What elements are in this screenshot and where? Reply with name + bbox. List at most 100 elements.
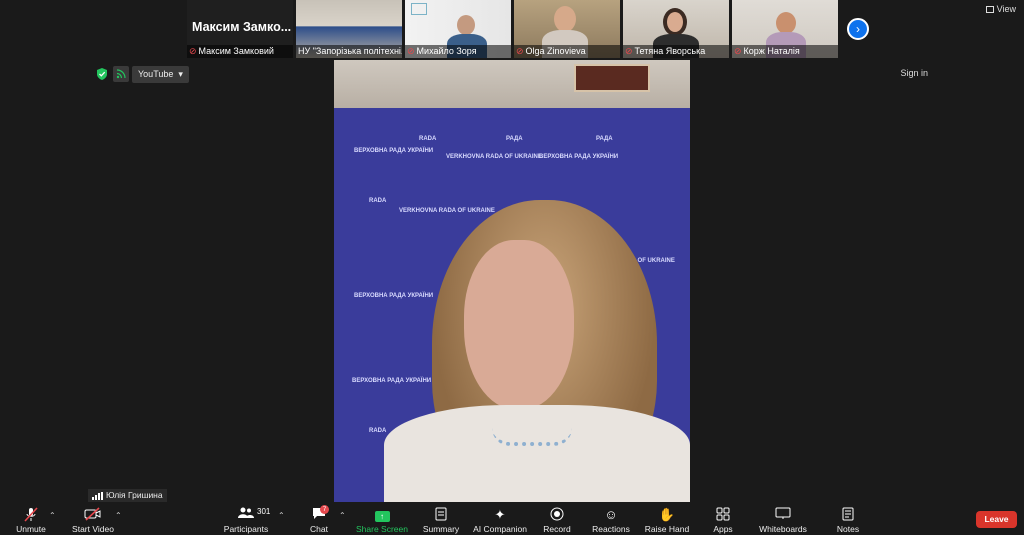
security-shield-icon[interactable] <box>96 68 108 80</box>
participant-tile[interactable]: ⊘ Olga Zinovieva <box>514 0 620 58</box>
meeting-toolbar: Unmute ⌃ Start Video ⌃ 301 Participants … <box>0 503 1024 535</box>
leave-button[interactable]: Leave <box>976 511 1017 528</box>
wall-picture <box>574 64 650 92</box>
video-off-icon <box>84 507 102 523</box>
ai-companion-label: AI Companion <box>473 524 527 534</box>
participant-face <box>554 6 576 32</box>
banner-text: VERKHOVNA RADA OF UKRAINE <box>399 208 495 214</box>
banner-logo: РАДА <box>596 136 613 142</box>
next-page-button[interactable]: › <box>847 18 869 40</box>
apps-icon <box>716 507 730 523</box>
record-icon <box>550 507 564 523</box>
start-video-button[interactable]: Start Video <box>70 503 116 535</box>
emoji-icon: ☺ <box>604 507 618 522</box>
notes-button[interactable]: Notes <box>834 503 862 535</box>
raise-hand-label: Raise Hand <box>644 524 690 534</box>
banner-text: ВЕРХОВНА РАДА УКРАЇНИ <box>354 148 434 154</box>
speaker-face <box>464 240 574 410</box>
mic-muted-icon: ⊘ <box>625 46 633 56</box>
participants-label: Participants <box>223 524 269 534</box>
grid-view-icon <box>985 5 994 13</box>
banner-logo: RADA <box>369 198 387 204</box>
speaker-name-chip: Юлія Гришина <box>88 489 167 502</box>
mic-muted-icon: ⊘ <box>407 46 415 56</box>
participants-count: 301 <box>257 507 271 516</box>
active-speaker-video: ВЕРХОВНА РАДА УКРАЇНИ RADA VERKHOVNA RAD… <box>334 60 690 502</box>
mic-muted-icon: ⊘ <box>189 46 197 56</box>
participant-name: НУ "Запорізька політехні... <box>298 46 402 56</box>
microphone-off-icon <box>24 507 38 523</box>
participant-name: Корж Наталія <box>743 46 800 56</box>
audio-options-caret-icon[interactable]: ⌃ <box>49 511 56 520</box>
banner-logo: RADA <box>419 136 437 142</box>
participant-tile[interactable]: Максим Замко... ⊘ Максим Замковий <box>187 0 293 58</box>
participant-name: Максим Замковий <box>198 46 274 56</box>
signal-strength-icon <box>92 491 103 500</box>
apps-button[interactable]: Apps <box>710 503 736 535</box>
chat-caret-icon[interactable]: ⌃ <box>339 511 346 520</box>
participant-name: Тетяна Яворська <box>634 46 706 56</box>
participant-name: Olga Zinovieva <box>525 46 586 56</box>
chat-unread-badge: 7 <box>320 505 329 514</box>
banner-text: ВЕРХОВНА РАДА УКРАЇНИ <box>539 154 619 160</box>
live-stream-button[interactable] <box>113 66 129 82</box>
summary-button[interactable]: Summary <box>420 503 462 535</box>
record-label: Record <box>543 524 571 534</box>
participants-caret-icon[interactable]: ⌃ <box>278 511 285 520</box>
chat-label: Chat <box>310 524 328 534</box>
participants-button[interactable]: 301 Participants <box>222 503 271 535</box>
participant-strip: Максим Замко... ⊘ Максим Замковий НУ "За… <box>187 0 838 60</box>
participant-tile[interactable]: ⊘ Михайло Зоря <box>405 0 511 58</box>
notes-icon <box>842 507 854 523</box>
participant-face <box>776 12 796 34</box>
record-button[interactable]: Record <box>542 503 572 535</box>
participant-big-name: Максим Замко... <box>192 20 292 34</box>
banner-logo: RADA <box>369 428 387 434</box>
share-screen-button[interactable]: ↑ Share Screen <box>356 503 408 535</box>
chevron-right-icon: › <box>856 22 860 36</box>
whiteboards-button[interactable]: Whiteboards <box>756 503 810 535</box>
video-options-caret-icon[interactable]: ⌃ <box>115 511 122 520</box>
view-button[interactable]: View <box>985 4 1016 14</box>
raise-hand-button[interactable]: ✋ Raise Hand <box>645 503 689 535</box>
whiteboards-label: Whiteboards <box>759 524 807 534</box>
unmute-label: Unmute <box>16 524 46 534</box>
whiteboard-icon <box>775 507 791 523</box>
participant-tile[interactable]: ⊘ Тетяна Яворська <box>623 0 729 58</box>
logo-icon <box>411 3 427 15</box>
view-label: View <box>996 4 1016 14</box>
participant-label: ⊘ Корж Наталія <box>732 45 838 58</box>
start-video-label: Start Video <box>72 524 114 534</box>
participant-face <box>667 12 683 32</box>
summary-label: Summary <box>422 524 460 534</box>
chat-button[interactable]: 7 Chat <box>305 503 333 535</box>
participant-face <box>457 15 475 35</box>
speaker-name: Юлія Гришина <box>106 490 163 500</box>
broadcast-icon <box>116 69 126 79</box>
hand-icon: ✋ <box>658 507 676 522</box>
mic-muted-icon: ⊘ <box>516 46 524 56</box>
banner-text: VERKHOVNA RADA OF UKRAINE <box>446 154 542 160</box>
sign-in-link[interactable]: Sign in <box>900 68 928 78</box>
ai-companion-button[interactable]: ✦ AI Companion <box>472 503 528 535</box>
participant-label: НУ "Запорізька політехні... <box>296 45 402 58</box>
caret-down-icon: ▾ <box>178 69 183 79</box>
youtube-stream-dropdown[interactable]: YouTube ▾ <box>132 66 189 83</box>
participants-icon: 301 <box>238 507 270 523</box>
speaker-body <box>384 405 690 502</box>
chat-icon: 7 <box>312 505 329 523</box>
participant-tile[interactable]: НУ "Запорізька політехні... <box>296 0 402 58</box>
sparkle-icon: ✦ <box>494 507 506 522</box>
participant-label: ⊘ Тетяна Яворська <box>623 45 729 58</box>
apps-label: Apps <box>713 524 733 534</box>
banner-logo: РАДА <box>506 136 523 142</box>
summary-icon <box>435 507 447 523</box>
reactions-button[interactable]: ☺ Reactions <box>592 503 630 535</box>
participant-label: ⊘ Максим Замковий <box>187 45 293 58</box>
participant-label: ⊘ Olga Zinovieva <box>514 45 620 58</box>
share-screen-label: Share Screen <box>356 524 408 534</box>
banner-text: ВЕРХОВНА РАДА УКРАЇНИ <box>352 378 432 384</box>
banner-text: ВЕРХОВНА РАДА УКРАЇНИ <box>354 293 434 299</box>
unmute-button[interactable]: Unmute <box>14 503 48 535</box>
participant-tile[interactable]: ⊘ Корж Наталія <box>732 0 838 58</box>
